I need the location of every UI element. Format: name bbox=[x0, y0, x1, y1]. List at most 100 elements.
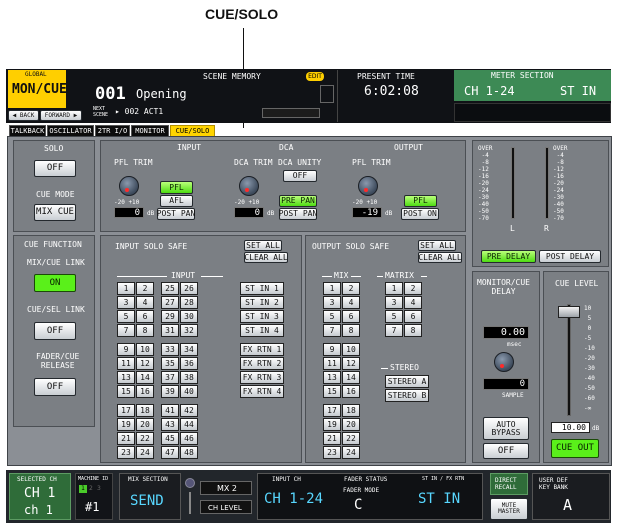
input-safe-33[interactable]: 33 bbox=[161, 343, 179, 356]
input-safe-13[interactable]: 13 bbox=[117, 371, 135, 384]
input-safe-3[interactable]: 3 bbox=[117, 296, 135, 309]
matrix-safe-3[interactable]: 3 bbox=[385, 296, 403, 309]
meter-section-box[interactable]: METER SECTION CH 1-24 ST IN bbox=[454, 70, 611, 101]
selected-ch-box[interactable]: SELECTED CH CH 1 ch 1 bbox=[9, 473, 71, 520]
input-safe-45[interactable]: 45 bbox=[161, 432, 179, 445]
input-safe-fx-rtn-4[interactable]: FX RTN 4 bbox=[240, 385, 284, 398]
input-safe-47[interactable]: 47 bbox=[161, 446, 179, 459]
mix-safe-23[interactable]: 23 bbox=[323, 446, 341, 459]
input-safe-7[interactable]: 7 bbox=[117, 324, 135, 337]
matrix-safe-5[interactable]: 5 bbox=[385, 310, 403, 323]
mix-safe-15[interactable]: 15 bbox=[323, 385, 341, 398]
user-def-box[interactable]: USER DEF KEY BANK A bbox=[532, 473, 610, 520]
forward-button[interactable]: FORWARD ▶ bbox=[40, 110, 82, 121]
input-safe-22[interactable]: 22 bbox=[136, 432, 154, 445]
input-safe-38[interactable]: 38 bbox=[180, 371, 198, 384]
dca-trim-value[interactable]: 0 bbox=[234, 207, 264, 218]
matrix-safe-2[interactable]: 2 bbox=[404, 282, 422, 295]
input-safe-48[interactable]: 48 bbox=[180, 446, 198, 459]
input-pfl-button[interactable]: PFL bbox=[160, 181, 193, 194]
input-trim-value[interactable]: 0 bbox=[114, 207, 144, 218]
mix-cue-link-button[interactable]: ON bbox=[34, 274, 76, 292]
input-safe-40[interactable]: 40 bbox=[180, 385, 198, 398]
cue-level-fader-knob[interactable] bbox=[558, 306, 580, 318]
output-trim-value[interactable]: -19 bbox=[352, 207, 382, 218]
delay-knob[interactable] bbox=[494, 352, 514, 372]
input-safe-fx-rtn-3[interactable]: FX RTN 3 bbox=[240, 371, 284, 384]
input-safe-41[interactable]: 41 bbox=[161, 404, 179, 417]
input-post-pan-button[interactable]: POST PAN bbox=[157, 208, 195, 220]
input-pfl-trim-knob[interactable] bbox=[119, 176, 139, 196]
input-safe-28[interactable]: 28 bbox=[180, 296, 198, 309]
input-safe-42[interactable]: 42 bbox=[180, 404, 198, 417]
mix-safe-5[interactable]: 5 bbox=[323, 310, 341, 323]
dca-unity-button[interactable]: OFF bbox=[283, 170, 317, 182]
tab-oscillator[interactable]: OSCILLATOR bbox=[47, 125, 94, 136]
fader-mode-value[interactable]: C bbox=[354, 497, 362, 513]
input-safe-st-in-4[interactable]: ST IN 4 bbox=[240, 324, 284, 337]
input-safe-32[interactable]: 32 bbox=[180, 324, 198, 337]
input-safe-fx-rtn-2[interactable]: FX RTN 2 bbox=[240, 357, 284, 370]
input-safe-37[interactable]: 37 bbox=[161, 371, 179, 384]
matrix-safe-6[interactable]: 6 bbox=[404, 310, 422, 323]
input-safe-35[interactable]: 35 bbox=[161, 357, 179, 370]
input-safe-fx-rtn-1[interactable]: FX RTN 1 bbox=[240, 343, 284, 356]
mix-safe-2[interactable]: 2 bbox=[342, 282, 360, 295]
mix-num-box[interactable]: MX 2 bbox=[200, 481, 252, 495]
input-safe-20[interactable]: 20 bbox=[136, 418, 154, 431]
post-delay-button[interactable]: POST DELAY bbox=[539, 250, 601, 263]
input-safe-30[interactable]: 30 bbox=[180, 310, 198, 323]
mix-safe-11[interactable]: 11 bbox=[323, 357, 341, 370]
input-safe-8[interactable]: 8 bbox=[136, 324, 154, 337]
input-safe-6[interactable]: 6 bbox=[136, 310, 154, 323]
mix-safe-7[interactable]: 7 bbox=[323, 324, 341, 337]
input-safe-10[interactable]: 10 bbox=[136, 343, 154, 356]
matrix-safe-8[interactable]: 8 bbox=[404, 324, 422, 337]
mix-safe-19[interactable]: 19 bbox=[323, 418, 341, 431]
input-safe-9[interactable]: 9 bbox=[117, 343, 135, 356]
input-safe-36[interactable]: 36 bbox=[180, 357, 198, 370]
input-safe-44[interactable]: 44 bbox=[180, 418, 198, 431]
mix-safe-6[interactable]: 6 bbox=[342, 310, 360, 323]
input-safe-39[interactable]: 39 bbox=[161, 385, 179, 398]
dca-pre-pan-button[interactable]: PRE PAN bbox=[279, 195, 317, 207]
input-safe-18[interactable]: 18 bbox=[136, 404, 154, 417]
input-safe-19[interactable]: 19 bbox=[117, 418, 135, 431]
cue-sel-link-button[interactable]: OFF bbox=[34, 322, 76, 340]
output-post-on-button[interactable]: POST ON bbox=[401, 208, 439, 220]
output-set-all-button[interactable]: SET ALL bbox=[418, 240, 456, 251]
matrix-safe-7[interactable]: 7 bbox=[385, 324, 403, 337]
mix-safe-10[interactable]: 10 bbox=[342, 343, 360, 356]
input-safe-46[interactable]: 46 bbox=[180, 432, 198, 445]
input-safe-34[interactable]: 34 bbox=[180, 343, 198, 356]
input-safe-24[interactable]: 24 bbox=[136, 446, 154, 459]
matrix-safe-1[interactable]: 1 bbox=[385, 282, 403, 295]
mix-safe-9[interactable]: 9 bbox=[323, 343, 341, 356]
mix-safe-17[interactable]: 17 bbox=[323, 404, 341, 417]
mix-safe-20[interactable]: 20 bbox=[342, 418, 360, 431]
input-safe-16[interactable]: 16 bbox=[136, 385, 154, 398]
mix-safe-3[interactable]: 3 bbox=[323, 296, 341, 309]
input-safe-2[interactable]: 2 bbox=[136, 282, 154, 295]
input-safe-27[interactable]: 27 bbox=[161, 296, 179, 309]
dca-post-pan-button[interactable]: POST PAN bbox=[279, 208, 317, 220]
st-in-value[interactable]: ST IN bbox=[418, 491, 460, 507]
mix-safe-13[interactable]: 13 bbox=[323, 371, 341, 384]
pre-delay-button[interactable]: PRE DELAY bbox=[481, 250, 536, 263]
auto-bypass-button[interactable]: AUTO BYPASS bbox=[483, 417, 529, 440]
cue-level-value[interactable]: 10.00 bbox=[551, 422, 590, 433]
mix-safe-18[interactable]: 18 bbox=[342, 404, 360, 417]
fader-cue-release-button[interactable]: OFF bbox=[34, 378, 76, 396]
mix-safe-4[interactable]: 4 bbox=[342, 296, 360, 309]
mix-safe-24[interactable]: 24 bbox=[342, 446, 360, 459]
input-safe-15[interactable]: 15 bbox=[117, 385, 135, 398]
scene-name[interactable]: Opening bbox=[136, 87, 187, 101]
output-pfl-trim-knob[interactable] bbox=[358, 176, 378, 196]
input-safe-23[interactable]: 23 bbox=[117, 446, 135, 459]
mix-safe-1[interactable]: 1 bbox=[323, 282, 341, 295]
mix-safe-21[interactable]: 21 bbox=[323, 432, 341, 445]
input-safe-11[interactable]: 11 bbox=[117, 357, 135, 370]
stereo-safe-a[interactable]: STEREO A bbox=[385, 375, 429, 388]
input-safe-25[interactable]: 25 bbox=[161, 282, 179, 295]
tab-cue-solo[interactable]: CUE/SOLO bbox=[170, 125, 215, 136]
